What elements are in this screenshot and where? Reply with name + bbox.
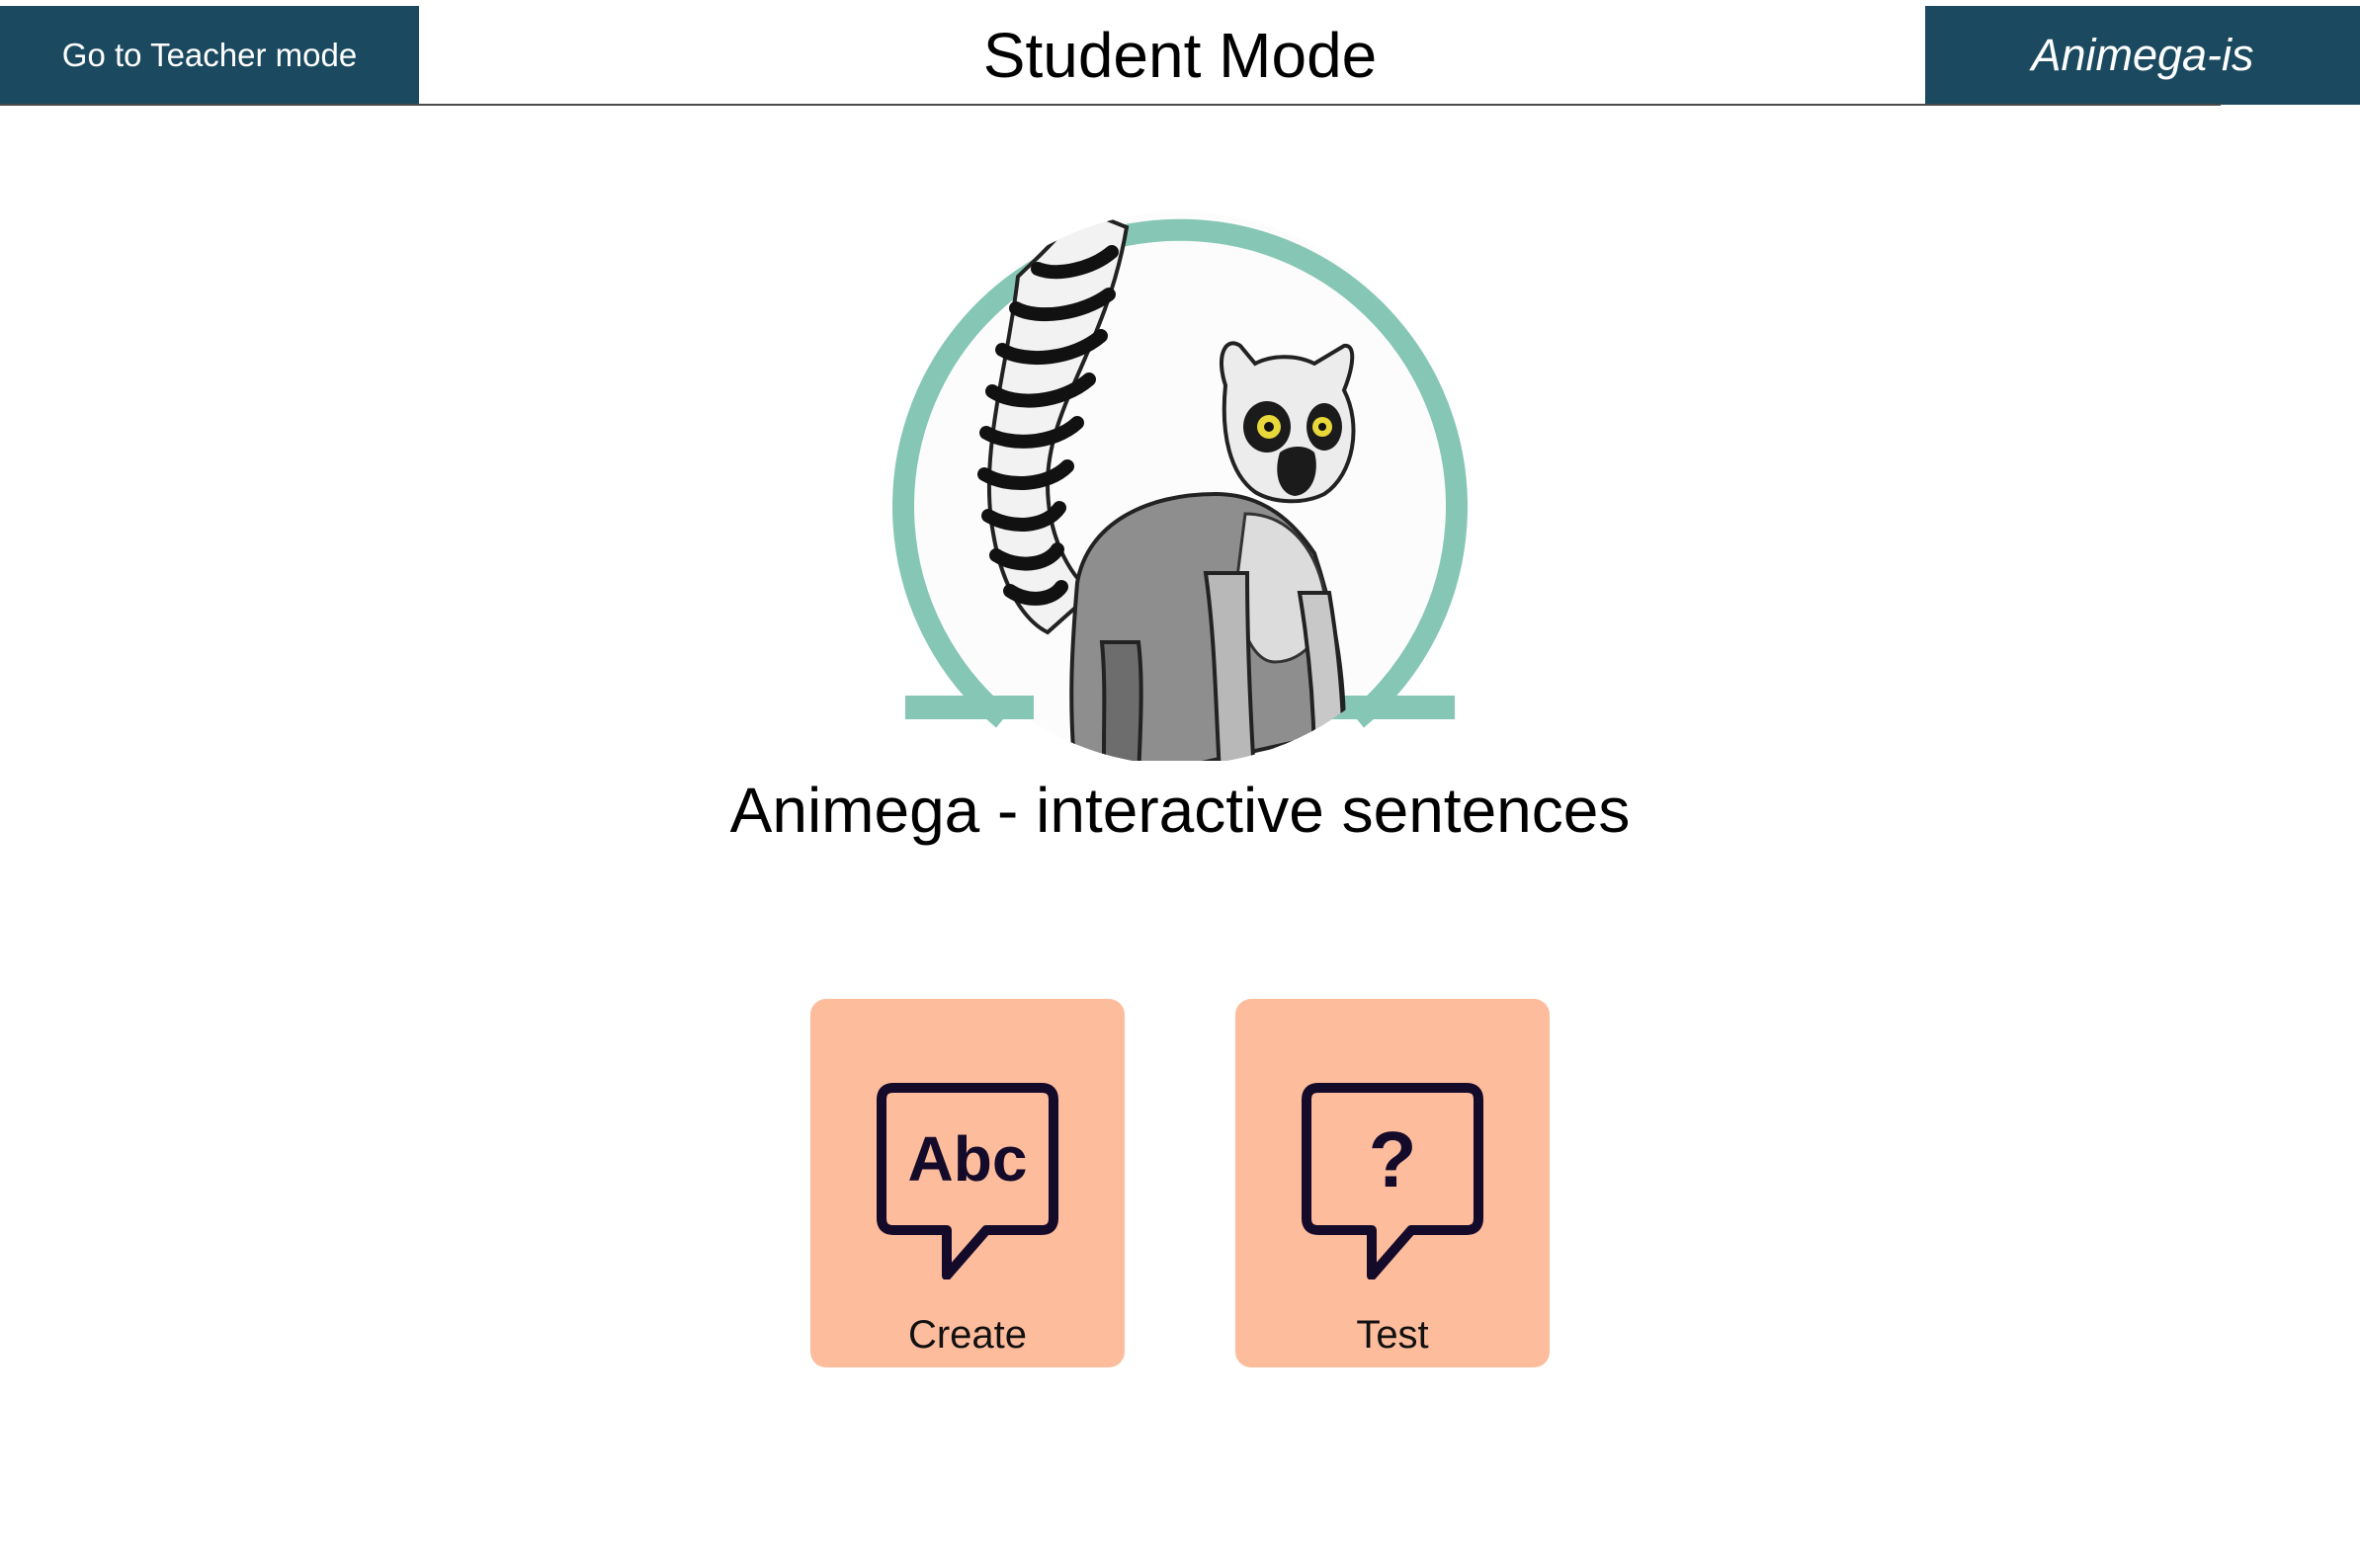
create-tile-button[interactable]: Abc Create xyxy=(810,999,1125,1367)
header-bar: Go to Teacher mode Student Mode Animega-… xyxy=(0,0,2360,106)
lemur-logo xyxy=(880,198,1480,761)
brand-label: Animega-is xyxy=(1925,6,2360,105)
go-to-teacher-mode-button[interactable]: Go to Teacher mode xyxy=(0,6,419,105)
app-name-heading: Animega - interactive sentences xyxy=(729,775,1631,846)
test-label: Test xyxy=(1356,1313,1429,1357)
create-label: Create xyxy=(907,1313,1028,1357)
test-tile-button[interactable]: ? Test xyxy=(1235,999,1550,1367)
lemur-illustration xyxy=(892,211,1468,761)
student-mode-screen: Go to Teacher mode Student Mode Animega-… xyxy=(0,0,2360,1568)
svg-text:Abc: Abc xyxy=(908,1123,1028,1195)
speech-bubble-question-icon: ? xyxy=(1301,1082,1484,1279)
speech-bubble-abc-icon: Abc xyxy=(876,1082,1059,1279)
header-divider xyxy=(0,104,2221,106)
svg-text:?: ? xyxy=(1369,1115,1417,1203)
